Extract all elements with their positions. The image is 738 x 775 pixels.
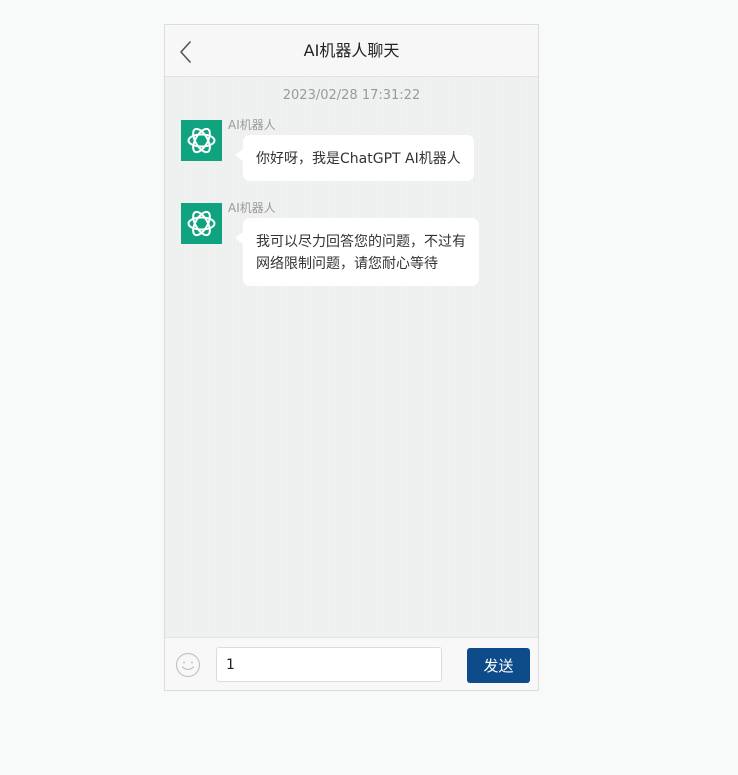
openai-logo-icon [181,120,222,161]
page-title: AI机器人聊天 [303,41,400,60]
input-bar: 发送 [165,637,538,690]
send-button[interactable]: 发送 [467,648,530,683]
message-bubble: 我可以尽力回答您的问题，不过有 网络限制问题，请您耐心等待 [235,218,479,286]
message-text: 你好呀，我是ChatGPT AI机器人 [256,151,461,167]
message-sender: AI机器人 [228,118,276,132]
message-input[interactable] [216,647,442,682]
header-bar: AI机器人聊天 [165,25,538,77]
message-bubble: 你好呀，我是ChatGPT AI机器人 [235,135,474,181]
chat-window: AI机器人聊天 2023/02/28 17:31:22 AI机器人 你好呀，我是… [164,24,539,691]
message-timestamp: 2023/02/28 17:31:22 [282,88,421,103]
message-item: AI机器人 我可以尽力回答您的问题，不过有 网络限制问题，请您耐心等待 [181,201,521,293]
message-text-line: 网络限制问题，请您耐心等待 [256,256,438,272]
message-item: AI机器人 你好呀，我是ChatGPT AI机器人 [181,118,521,184]
smiley-icon[interactable] [175,652,201,678]
openai-logo-icon [181,203,222,244]
message-text-line: 我可以尽力回答您的问题，不过有 [256,234,466,250]
message-sender: AI机器人 [228,201,276,215]
message-list[interactable]: 2023/02/28 17:31:22 AI机器人 你好呀，我是ChatGPT … [165,77,538,639]
